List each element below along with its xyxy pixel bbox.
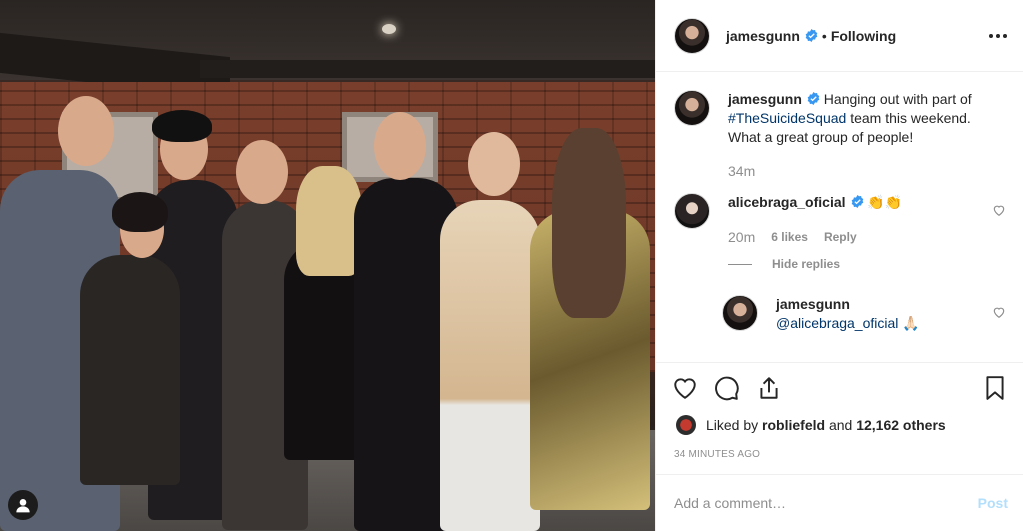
likes-prefix: Liked by (706, 417, 763, 433)
reply-body: jamesgunn @alicebraga_oficial 🙏🏻 (776, 295, 976, 333)
photo-beam (200, 60, 655, 78)
post-timestamp[interactable]: 34 minutes ago (674, 449, 760, 460)
comment-input[interactable] (674, 495, 978, 511)
reply-heart-icon[interactable] (992, 305, 1006, 319)
verified-icon (807, 92, 820, 105)
photo-person-hair (152, 110, 212, 142)
user-tag-icon (16, 499, 30, 513)
photo-person (80, 255, 180, 485)
replies-line (728, 263, 752, 265)
photo-ceiling-light (382, 24, 396, 34)
liker-username[interactable]: robliefeld (762, 417, 825, 433)
comment-meta: 20m 6 likes Reply (728, 228, 983, 247)
post-photo[interactable] (0, 0, 655, 531)
caption-avatar[interactable] (674, 90, 710, 126)
comment-icon[interactable] (714, 375, 740, 401)
liker-avatar[interactable] (676, 415, 696, 435)
share-icon[interactable] (756, 375, 782, 401)
photo-person-head (374, 112, 426, 180)
photo-person-hair (112, 192, 168, 232)
reply-username[interactable]: jamesgunn (776, 295, 976, 314)
commenter-username[interactable]: alicebraga_oficial (728, 194, 846, 210)
heart-icon[interactable] (672, 375, 698, 401)
likes-middle: and (825, 417, 857, 433)
reply-button[interactable]: Reply (824, 228, 857, 247)
reply-avatar[interactable] (722, 295, 758, 331)
caption-body: jamesgunn Hanging out with part of #TheS… (728, 90, 983, 181)
author-username[interactable]: jamesgunn (726, 28, 800, 44)
action-icons (672, 375, 782, 401)
comment-item: alicebraga_oficial 👏👏 20m 6 likes Reply (674, 193, 1006, 247)
author-avatar[interactable] (674, 17, 710, 54)
comment-likes[interactable]: 6 likes (771, 228, 808, 247)
comment-heart-icon[interactable] (992, 203, 1006, 217)
following-button[interactable]: Following (831, 28, 896, 44)
reply-item: jamesgunn @alicebraga_oficial 🙏🏻 (722, 295, 1006, 333)
caption-meta: 34m (728, 162, 983, 181)
comment-time: 20m (728, 229, 756, 245)
comment-body: alicebraga_oficial 👏👏 20m 6 likes Reply (728, 193, 983, 247)
reply-mention[interactable]: @alicebraga_oficial (776, 315, 898, 331)
photo-person-head (468, 132, 520, 196)
post-header: jamesgunn • Following (656, 0, 1023, 72)
likes-others[interactable]: 12,162 others (856, 417, 946, 433)
caption-username[interactable]: jamesgunn (728, 91, 802, 107)
reply-emoji: 🙏🏻 (902, 315, 920, 331)
post-details-panel: jamesgunn • Following jamesgunn Hanging … (655, 0, 1023, 531)
photo-person-hair (296, 166, 362, 276)
caption-hashtag[interactable]: #TheSuicideSquad (728, 110, 846, 126)
bookmark-icon[interactable] (982, 375, 1008, 401)
likes-text: Liked by robliefeld and 12,162 others (706, 417, 946, 433)
hide-replies-label: Hide replies (772, 257, 841, 271)
photo-person (440, 200, 540, 531)
caption: jamesgunn Hanging out with part of #TheS… (674, 90, 1006, 181)
comments-section[interactable]: jamesgunn Hanging out with part of #TheS… (656, 72, 1023, 362)
more-options-icon[interactable] (988, 26, 1008, 46)
post-actions: Liked by robliefeld and 12,162 others 34… (656, 362, 1023, 472)
post-comment-button[interactable]: Post (978, 495, 1008, 511)
hide-replies-button[interactable]: Hide replies (728, 257, 1006, 271)
caption-time: 34m (728, 163, 756, 179)
user-tag-button[interactable] (8, 490, 38, 520)
photo-person-head (58, 96, 114, 166)
header-separator: • (821, 27, 827, 44)
verified-icon (805, 29, 818, 42)
add-comment-bar: Post (656, 474, 1023, 531)
photo-person-hair (552, 128, 626, 318)
commenter-avatar[interactable] (674, 193, 710, 229)
comment-text: 👏👏 (867, 194, 903, 210)
likes-summary: Liked by robliefeld and 12,162 others (676, 415, 946, 435)
photo-person-head (236, 140, 288, 204)
verified-icon (851, 195, 863, 208)
caption-text-before: Hanging out with part of (823, 91, 972, 107)
